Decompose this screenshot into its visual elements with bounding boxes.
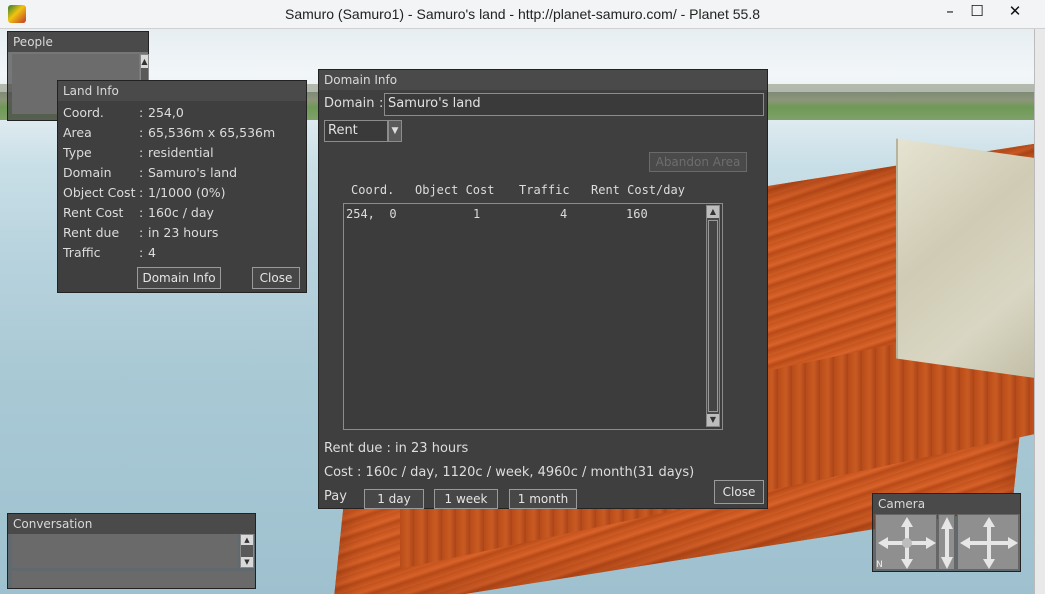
land-info-row: Type: residential [63,145,303,165]
camera-title: Camera [873,494,1020,514]
cost-summary-text: Cost : 160c / day, 1120c / week, 4960c /… [324,465,695,480]
col-header-traffic: Traffic [519,183,570,197]
land-info-colon: : [139,245,144,260]
domain-info-close-button[interactable]: Close [714,480,764,504]
camera-rotate-pad[interactable] [875,514,937,570]
land-info-colon: : [139,105,144,120]
land-info-value: 4 [148,245,156,260]
table-cell-rent-cost: 160 [626,207,648,221]
scroll-thumb[interactable] [708,220,718,412]
scroll-down-icon[interactable]: ▼ [241,557,253,567]
land-info-value: in 23 hours [148,225,219,240]
land-info-value: 1/1000 (0%) [148,185,226,200]
land-info-key: Traffic [63,245,101,260]
land-info-panel: Land Info Coord.:254,0 Area:65,536m x 65,… [57,80,307,293]
domain-label: Domain [324,96,375,111]
land-info-value: Samuro's land [148,165,238,180]
col-header-coord: Coord. [351,183,395,197]
conversation-scrollbar[interactable]: ▲ ▼ [240,534,254,568]
table-row[interactable]: 254, 0 1 4 160 [344,207,704,223]
up-down-arrow-icon [941,517,953,569]
land-info-row: Rent Cost:160c / day [63,205,303,225]
land-info-row: Domain: Samuro's land [63,165,303,185]
domain-info-button[interactable]: Domain Info [137,267,221,289]
scroll-down-icon[interactable]: ▼ [707,414,719,426]
land-info-row: Object Cost:1/1000 (0%) [63,185,303,205]
chat-input[interactable] [12,571,254,588]
rent-due-text: Rent due : in 23 hours [324,441,469,456]
pay-1-month-button[interactable]: 1 month [509,489,577,509]
move-arrows-icon [960,517,1018,569]
camera-panel: Camera N [872,493,1021,572]
compass-north-label: N [876,560,883,570]
land-info-colon: : [139,165,144,180]
land-info-colon: : [139,185,144,200]
land-info-row: Traffic:4 [63,245,303,265]
land-info-key: Type [63,145,92,160]
table-cell-coord: 254, 0 [346,207,397,221]
camera-height-pad[interactable] [938,514,955,570]
land-info-value: 65,536m x 65,536m [148,125,276,140]
domain-info-panel: Domain Info Domain : Samuro's land Rent … [318,69,768,509]
chevron-down-icon[interactable]: ▼ [388,120,402,142]
window-title: Samuro (Samuro1) - Samuro's land - http:… [285,6,760,22]
land-info-colon: : [139,145,144,160]
table-cell-traffic: 4 [560,207,568,221]
conversation-title: Conversation [8,514,255,534]
land-info-key: Object Cost [63,185,136,200]
land-info-key: Rent due [63,225,120,240]
pay-1-week-button[interactable]: 1 week [434,489,498,509]
window-titlebar: Samuro (Samuro1) - Samuro's land - http:… [0,0,1045,29]
land-info-colon: : [139,225,144,240]
conversation-log[interactable] [12,534,238,568]
domain-table-scrollbar[interactable]: ▲ ▼ [706,205,720,427]
col-header-object-cost: Object Cost [415,183,495,197]
land-info-key: Coord. [63,105,104,120]
land-info-key: Area [63,125,92,140]
stone-slab-object[interactable] [896,138,1045,380]
land-info-title: Land Info [58,81,306,101]
scroll-up-icon[interactable]: ▲ [707,206,719,218]
land-info-value: 160c / day [148,205,214,220]
land-info-key: Rent Cost [63,205,124,220]
domain-name-field[interactable]: Samuro's land [384,93,764,116]
four-way-arrow-icon [878,517,936,569]
col-header-rent-cost: Rent Cost/day [591,183,685,197]
pay-1-day-button[interactable]: 1 day [364,489,424,509]
mode-select[interactable]: Rent [324,120,388,142]
conversation-panel: Conversation ▲ ▼ [7,513,256,589]
maximize-button[interactable]: ☐ [960,0,994,24]
domain-table[interactable]: 254, 0 1 4 160 ▲ ▼ [343,203,723,430]
scroll-up-icon[interactable]: ▲ [241,535,253,545]
people-title: People [8,32,148,52]
land-info-colon: : [139,125,144,140]
viewport-edge [1034,29,1045,594]
land-info-row: Rent due: in 23 hours [63,225,303,245]
scroll-up-icon[interactable]: ▲ [141,55,148,68]
domain-colon: : [379,96,384,111]
domain-info-title: Domain Info [319,70,767,90]
land-info-colon: : [139,205,144,220]
pay-label: Pay [324,489,347,504]
table-cell-object-cost: 1 [473,207,481,221]
land-info-value: 254,0 [148,105,184,120]
land-info-key: Domain [63,165,112,180]
land-info-row: Coord.:254,0 [63,105,303,125]
land-info-row: Area:65,536m x 65,536m [63,125,303,145]
close-window-button[interactable]: ✕ [998,0,1032,24]
land-info-close-button[interactable]: Close [252,267,300,289]
land-info-value: residential [148,145,214,160]
camera-move-pad[interactable] [957,514,1019,570]
abandon-area-button[interactable]: Abandon Area [649,152,747,172]
